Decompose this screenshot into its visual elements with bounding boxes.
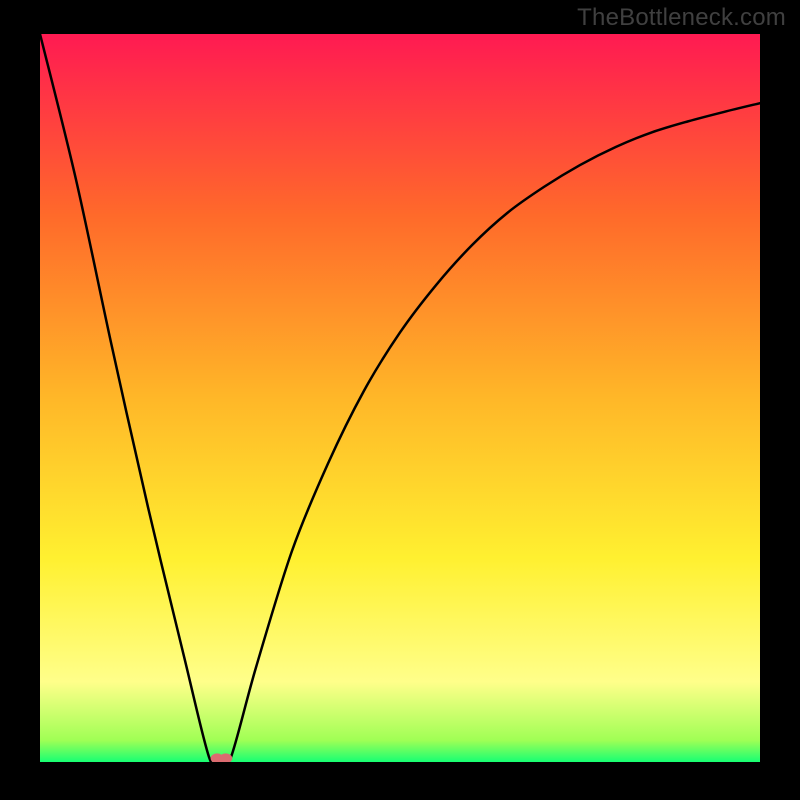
gradient-rect <box>40 34 760 762</box>
marker-group <box>211 753 233 762</box>
watermark-text: TheBottleneck.com <box>577 4 786 32</box>
chart-frame: TheBottleneck.com <box>0 0 800 800</box>
plot-area <box>40 34 760 762</box>
plot-svg <box>40 34 760 762</box>
